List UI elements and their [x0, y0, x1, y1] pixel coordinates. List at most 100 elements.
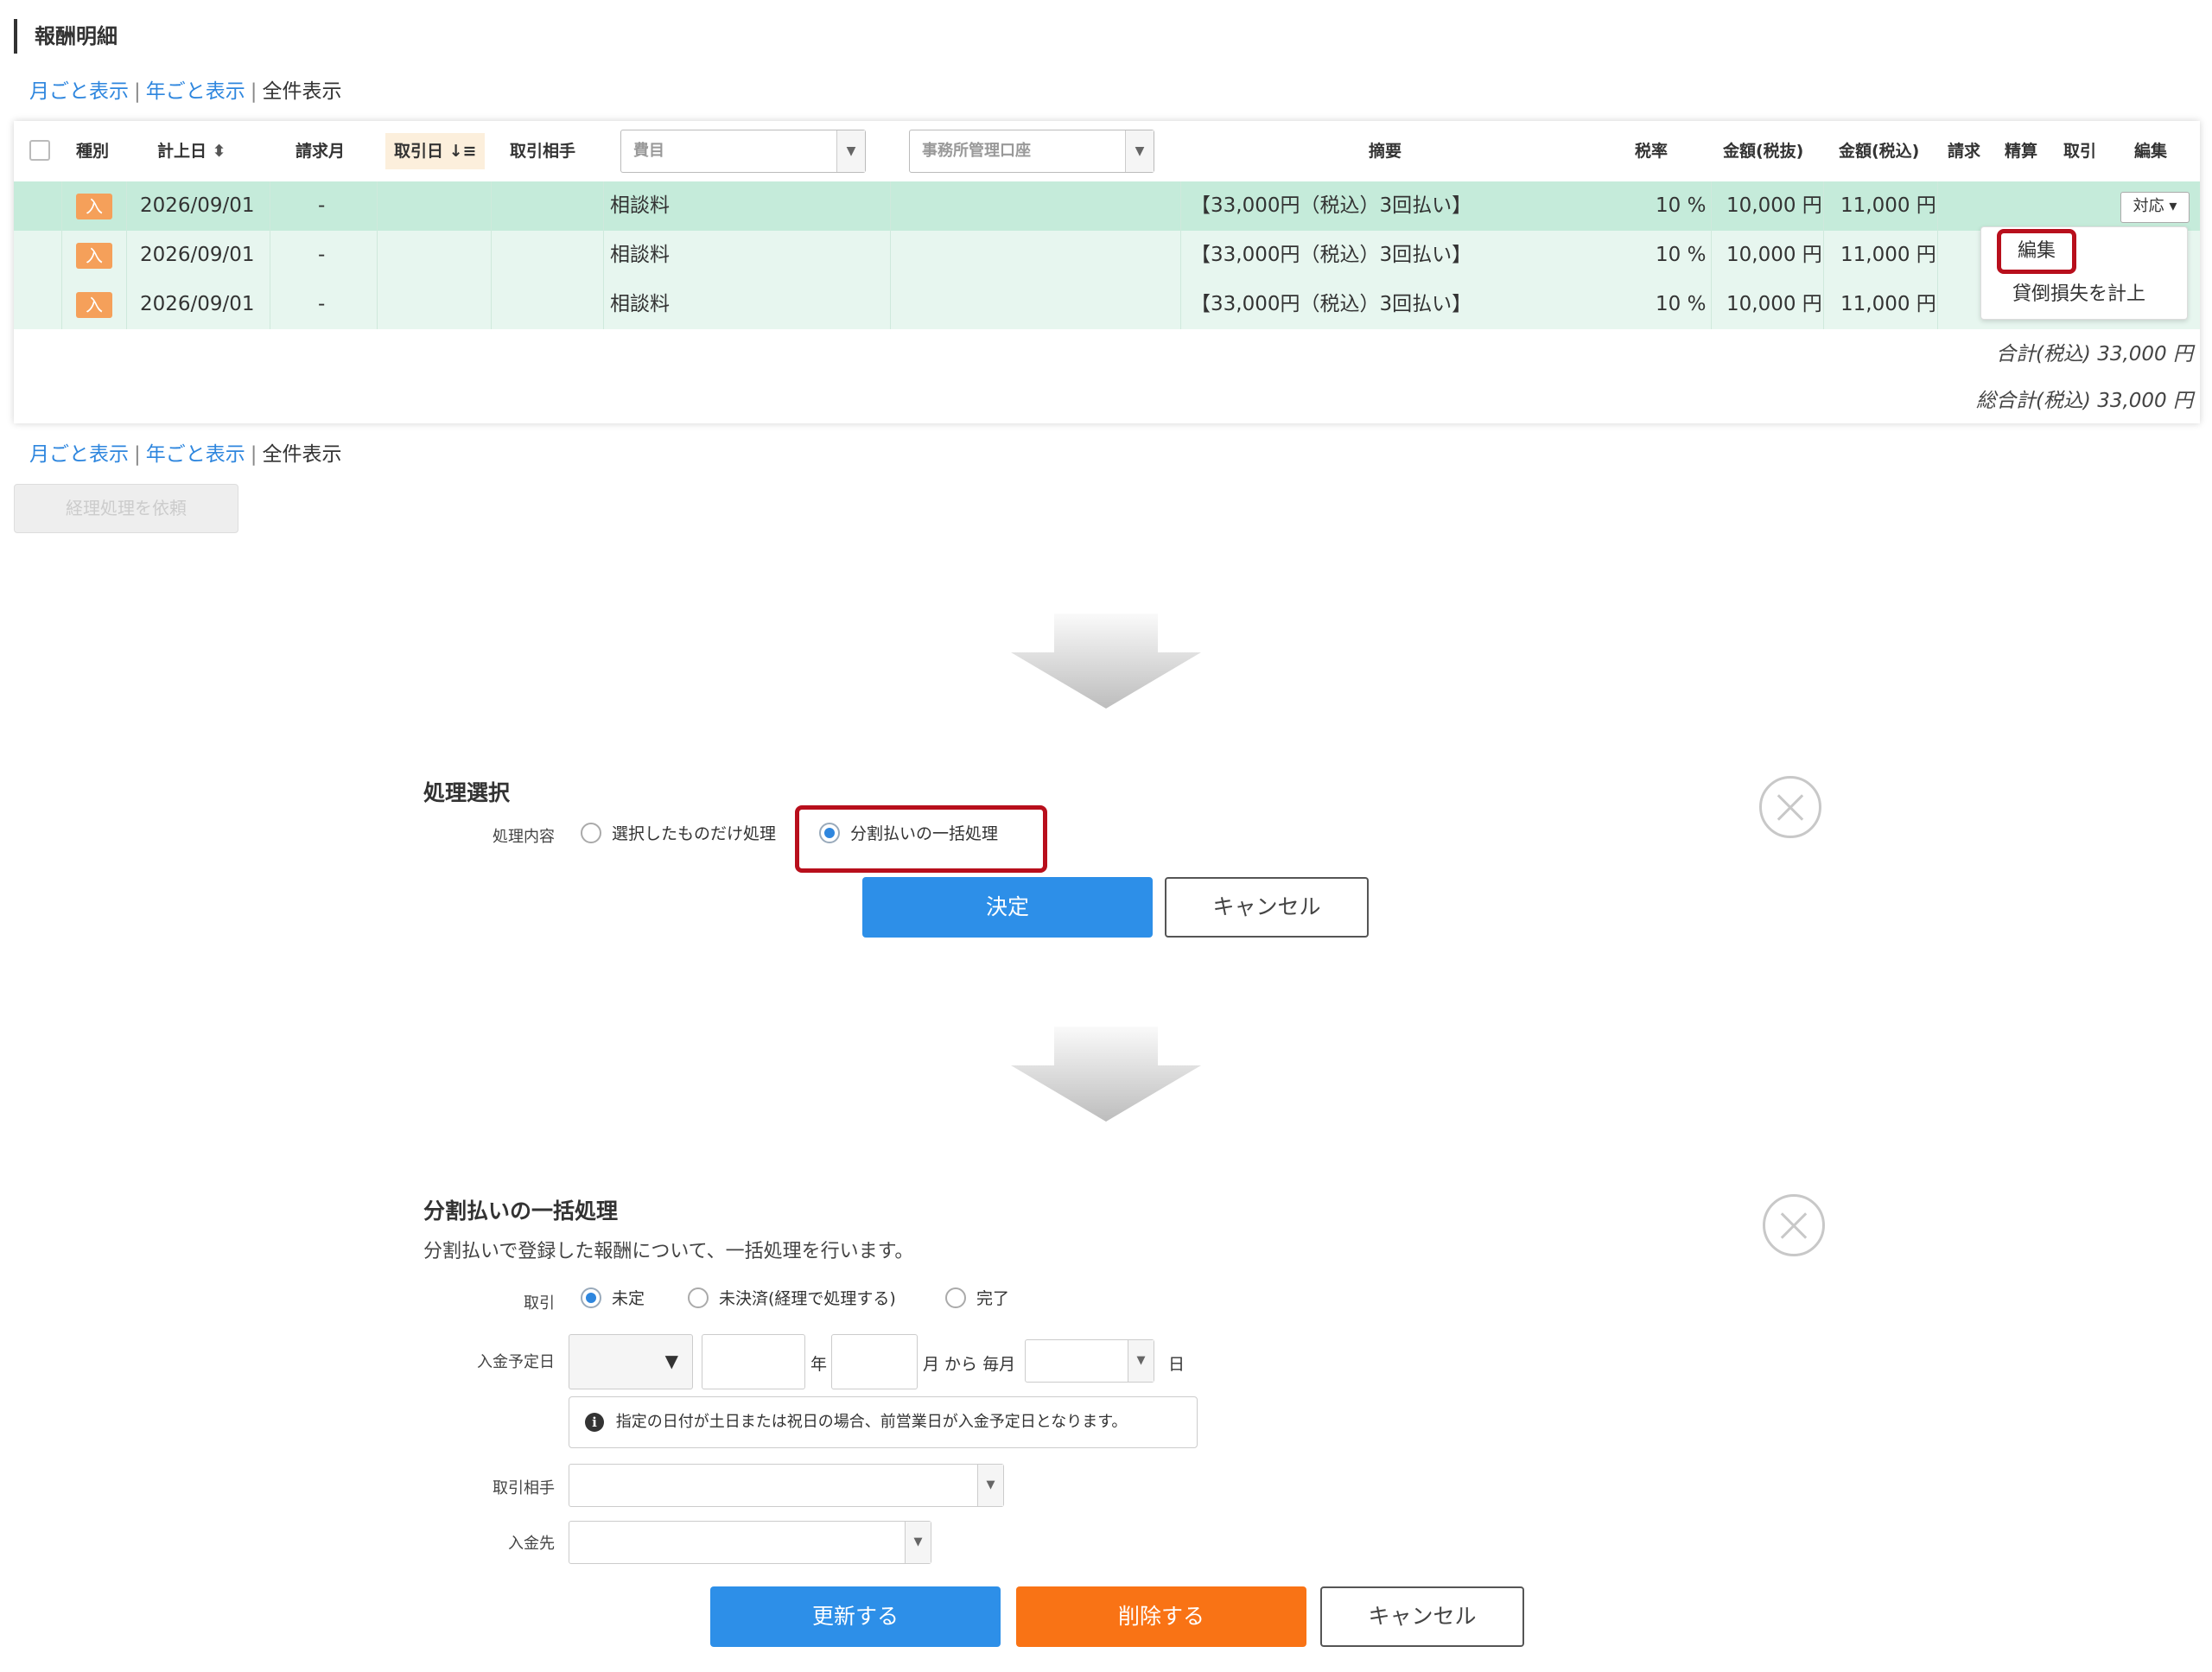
view-links-bottom: 月ごと表示 | 年ごと表示 | 全件表示	[29, 437, 342, 467]
deposit-date-label: 入金予定日	[477, 1353, 555, 1371]
link-yearly[interactable]: 年ごと表示	[146, 80, 245, 103]
account-filter-select[interactable]: 事務所管理口座 ▼	[909, 130, 1154, 173]
row-item: 相談料	[610, 293, 670, 315]
row-date: 2026/09/01	[140, 293, 255, 315]
trade-option-unsettled[interactable]: 未決済(経理で処理する)	[688, 1286, 896, 1309]
radio-selected-only[interactable]	[581, 822, 601, 843]
col-edit: 編集	[2134, 142, 2168, 161]
radio-unsettled[interactable]	[688, 1287, 709, 1308]
table-row[interactable]: 入 2026/09/01 - 相談料 【33,000円（税込）3回払い】 10 …	[14, 231, 2200, 280]
trade-option-complete[interactable]: 完了	[945, 1286, 1009, 1309]
row-amount-ex: 10,000 円	[1726, 293, 1822, 315]
option-selected-only[interactable]: 選択したものだけ処理	[581, 821, 776, 844]
chevron-down-icon: ▼	[977, 1465, 1003, 1506]
info-text: 指定の日付が土日または祝日の場合、前営業日が入金予定日となります。	[615, 1413, 1128, 1431]
trade-label: 取引	[524, 1294, 555, 1313]
action-dropdown-button[interactable]: 対応 ▾	[2120, 192, 2190, 223]
day-select[interactable]: ▼	[1025, 1339, 1154, 1383]
day-suffix: 日	[1168, 1355, 1185, 1374]
row-date: 2026/09/01	[140, 244, 255, 266]
chevron-down-icon: ▼	[1128, 1340, 1154, 1382]
col-date[interactable]: 計上日 ⬍	[157, 121, 226, 181]
table-header: 種別 計上日 ⬍ 請求月 取引日 ↓≡ 取引相手 費目 ▼ 事務所管理口座 ▼ …	[14, 121, 2200, 181]
row-amount-in: 11,000 円	[1840, 194, 1936, 217]
col-settle: 精算	[2005, 142, 2038, 161]
view-links-top: 月ごと表示 | 年ごと表示 | 全件表示	[29, 74, 342, 104]
option-batch[interactable]: 分割払いの一括処理	[819, 821, 998, 844]
row-summary: 【33,000円（税込）3回払い】	[1191, 194, 1472, 217]
select-all-checkbox[interactable]	[29, 140, 50, 161]
remuneration-table: 種別 計上日 ⬍ 請求月 取引日 ↓≡ 取引相手 費目 ▼ 事務所管理口座 ▼ …	[14, 121, 2200, 423]
month-from-label: 月 から 毎月	[923, 1355, 1016, 1374]
income-badge: 入	[76, 193, 112, 219]
year-suffix: 年	[810, 1355, 828, 1374]
row-billing-month: -	[318, 293, 326, 315]
col-type: 種別	[76, 142, 110, 161]
separator: |	[134, 80, 141, 103]
row-amount-in: 11,000 円	[1840, 293, 1936, 315]
income-badge: 入	[76, 291, 112, 318]
separator: |	[250, 443, 257, 466]
sort-desc-icon[interactable]: ↓≡	[449, 142, 477, 161]
col-trade: 取引	[2063, 142, 2097, 161]
close-icon[interactable]	[1763, 1194, 1825, 1256]
chevron-down-icon: ▼	[836, 130, 865, 172]
row-amount-in: 11,000 円	[1840, 244, 1936, 266]
income-badge: 入	[76, 242, 112, 269]
col-partner: 取引相手	[510, 142, 576, 161]
link-yearly[interactable]: 年ごと表示	[146, 443, 245, 466]
grand-total: 総合計(税込) 33,000 円	[1975, 390, 2193, 412]
col-amount-in: 金額(税込)	[1839, 142, 1920, 161]
batch-description: 分割払いで登録した報酬について、一括処理を行います。	[423, 1241, 914, 1262]
link-monthly[interactable]: 月ごと表示	[29, 80, 129, 103]
row-amount-ex: 10,000 円	[1726, 194, 1822, 217]
era-select[interactable]: ▼	[569, 1334, 693, 1389]
process-content-label: 処理内容	[493, 828, 555, 846]
link-all[interactable]: 全件表示	[263, 80, 342, 103]
row-item: 相談料	[610, 194, 670, 217]
row-tax-rate: 10 %	[1656, 293, 1707, 315]
col-trade-date[interactable]: 取引日 ↓≡	[385, 133, 486, 169]
menu-item-edit[interactable]: 編集	[1997, 229, 2076, 274]
row-summary: 【33,000円（税込）3回払い】	[1191, 293, 1472, 315]
sort-icon[interactable]: ⬍	[213, 142, 226, 161]
expense-filter-select[interactable]: 費目 ▼	[620, 130, 866, 173]
flow-arrow-down-icon	[1011, 613, 1201, 709]
year-input[interactable]	[702, 1334, 805, 1389]
radio-batch[interactable]	[819, 822, 840, 843]
batch-title: 分割払いの一括処理	[423, 1198, 619, 1224]
row-item: 相談料	[610, 244, 670, 266]
row-tax-rate: 10 %	[1656, 194, 1707, 217]
confirm-button[interactable]: 決定	[862, 877, 1153, 938]
cancel-button[interactable]: キャンセル	[1165, 877, 1369, 938]
partner-select[interactable]: ▼	[569, 1464, 1004, 1507]
delete-button[interactable]: 削除する	[1016, 1586, 1306, 1647]
close-icon[interactable]	[1759, 776, 1821, 838]
request-accounting-button[interactable]: 経理処理を依頼	[14, 484, 238, 533]
process-select-title: 処理選択	[423, 780, 511, 805]
link-monthly[interactable]: 月ごと表示	[29, 443, 129, 466]
info-icon: i	[585, 1413, 604, 1432]
link-all[interactable]: 全件表示	[263, 443, 342, 466]
cancel-button[interactable]: キャンセル	[1320, 1586, 1524, 1647]
radio-complete[interactable]	[945, 1287, 966, 1308]
row-billing-month: -	[318, 194, 326, 217]
menu-item-bad-debt[interactable]: 貸倒損失を計上	[2012, 279, 2145, 310]
deposit-to-label: 入金先	[508, 1535, 555, 1553]
col-amount-ex: 金額(税抜)	[1723, 142, 1804, 161]
separator: |	[134, 443, 141, 466]
row-tax-rate: 10 %	[1656, 244, 1707, 266]
trade-option-undecided[interactable]: 未定	[581, 1286, 645, 1309]
radio-undecided[interactable]	[581, 1287, 601, 1308]
table-row[interactable]: 入 2026/09/01 - 相談料 【33,000円（税込）3回払い】 10 …	[14, 181, 2200, 231]
deposit-to-select[interactable]: ▼	[569, 1521, 931, 1564]
info-box: i 指定の日付が土日または祝日の場合、前営業日が入金予定日となります。	[569, 1396, 1198, 1448]
update-button[interactable]: 更新する	[710, 1586, 1001, 1647]
page-title: 報酬明細	[14, 19, 118, 54]
action-dropdown-menu: 編集 貸倒損失を計上	[1980, 226, 2188, 320]
col-billing-month: 請求月	[296, 142, 346, 161]
separator: |	[250, 80, 257, 103]
table-row[interactable]: 入 2026/09/01 - 相談料 【33,000円（税込）3回払い】 10 …	[14, 280, 2200, 329]
chevron-down-icon: ▼	[664, 1351, 678, 1371]
month-input[interactable]	[831, 1334, 918, 1389]
